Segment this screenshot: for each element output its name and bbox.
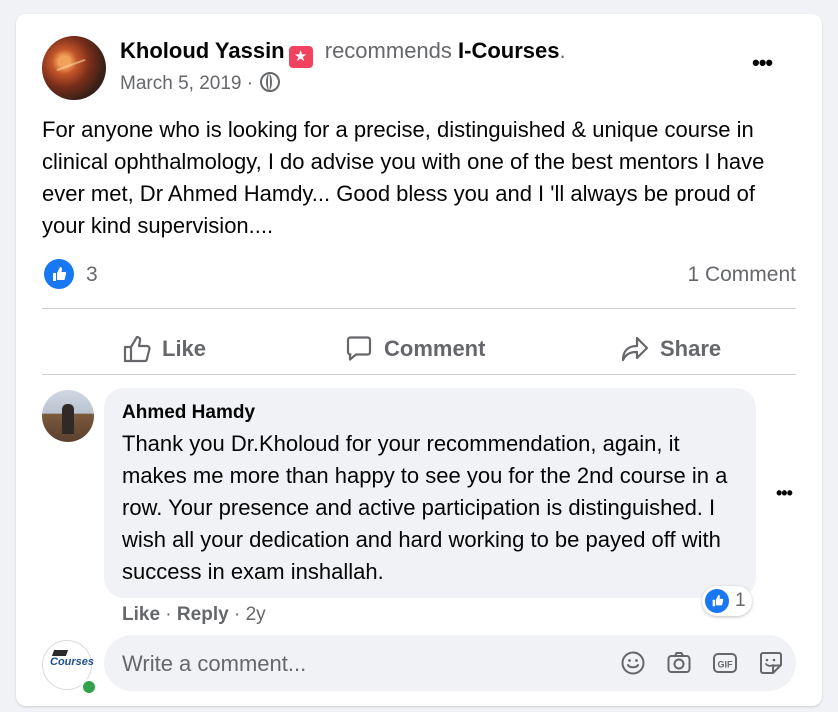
current-user-avatar[interactable]: Courses xyxy=(42,640,97,695)
emoji-icon[interactable] xyxy=(620,650,646,676)
comment-text: Thank you Dr.Kholoud for your recommenda… xyxy=(122,431,728,584)
post-header: Kholoud Yassin ★ recommends I-Courses. xyxy=(120,38,566,68)
separator: · xyxy=(228,604,246,625)
comment-reaction-badge[interactable]: 1 xyxy=(702,586,752,616)
post-date-text: March 5, 2019 · xyxy=(120,73,254,94)
divider xyxy=(42,374,796,375)
online-status-dot xyxy=(81,679,97,695)
comment-actions: Like · Reply · 2y xyxy=(122,604,266,626)
comment-button[interactable]: Comment xyxy=(344,322,485,376)
divider xyxy=(42,308,796,309)
like-button[interactable]: Like xyxy=(122,322,206,376)
post-body: For anyone who is looking for a precise,… xyxy=(42,117,765,238)
author-avatar[interactable] xyxy=(42,36,106,100)
like-button-label: Like xyxy=(162,336,207,361)
post-card: Kholoud Yassin ★ recommends I-Courses. Ma… xyxy=(16,14,822,706)
thumbs-up-icon xyxy=(705,589,729,613)
gif-icon[interactable]: GIF xyxy=(712,650,738,676)
sticker-icon[interactable] xyxy=(758,650,784,676)
commenter-name[interactable]: Ahmed Hamdy xyxy=(122,402,255,424)
svg-text:GIF: GIF xyxy=(718,660,734,670)
header-period: . xyxy=(559,38,566,63)
page-name-link[interactable]: I-Courses xyxy=(458,38,559,63)
thumbs-up-icon xyxy=(53,267,67,281)
comment-reply-link[interactable]: Reply xyxy=(177,604,229,625)
author-name[interactable]: Kholoud Yassin xyxy=(120,38,285,63)
comment-input[interactable]: Write a comment... GIF xyxy=(104,635,796,691)
recommends-text: recommends xyxy=(324,38,452,63)
globe-icon xyxy=(260,72,281,92)
recommendation-star-icon: ★ xyxy=(288,46,313,68)
avatar-logo-text: Courses xyxy=(50,656,95,668)
share-arrow-icon xyxy=(621,336,649,362)
post-date[interactable]: March 5, 2019 · xyxy=(120,72,281,95)
like-reaction-icon[interactable] xyxy=(44,259,74,289)
comment-input-placeholder: Write a comment... xyxy=(122,651,307,676)
comment-like-link[interactable]: Like xyxy=(122,604,160,625)
comment-count[interactable]: 1 Comment xyxy=(687,263,796,287)
comment-reaction-count: 1 xyxy=(735,590,746,611)
comment-button-label: Comment xyxy=(384,336,486,361)
like-count[interactable]: 3 xyxy=(86,263,98,287)
comment-age[interactable]: 2y xyxy=(246,604,266,625)
camera-icon[interactable] xyxy=(666,650,692,676)
comment-bubble: Ahmed Hamdy Thank you Dr.Kholoud for you… xyxy=(104,388,756,598)
commenter-avatar[interactable] xyxy=(42,390,94,442)
comment-more-options-icon[interactable]: ••• xyxy=(776,484,793,502)
comment-bubble-icon xyxy=(346,336,372,361)
thumbs-up-outline-icon xyxy=(123,335,151,363)
share-button-label: Share xyxy=(660,336,722,361)
separator: · xyxy=(160,604,177,625)
share-button[interactable]: Share xyxy=(620,322,721,376)
more-options-icon[interactable]: ••• xyxy=(752,52,773,74)
